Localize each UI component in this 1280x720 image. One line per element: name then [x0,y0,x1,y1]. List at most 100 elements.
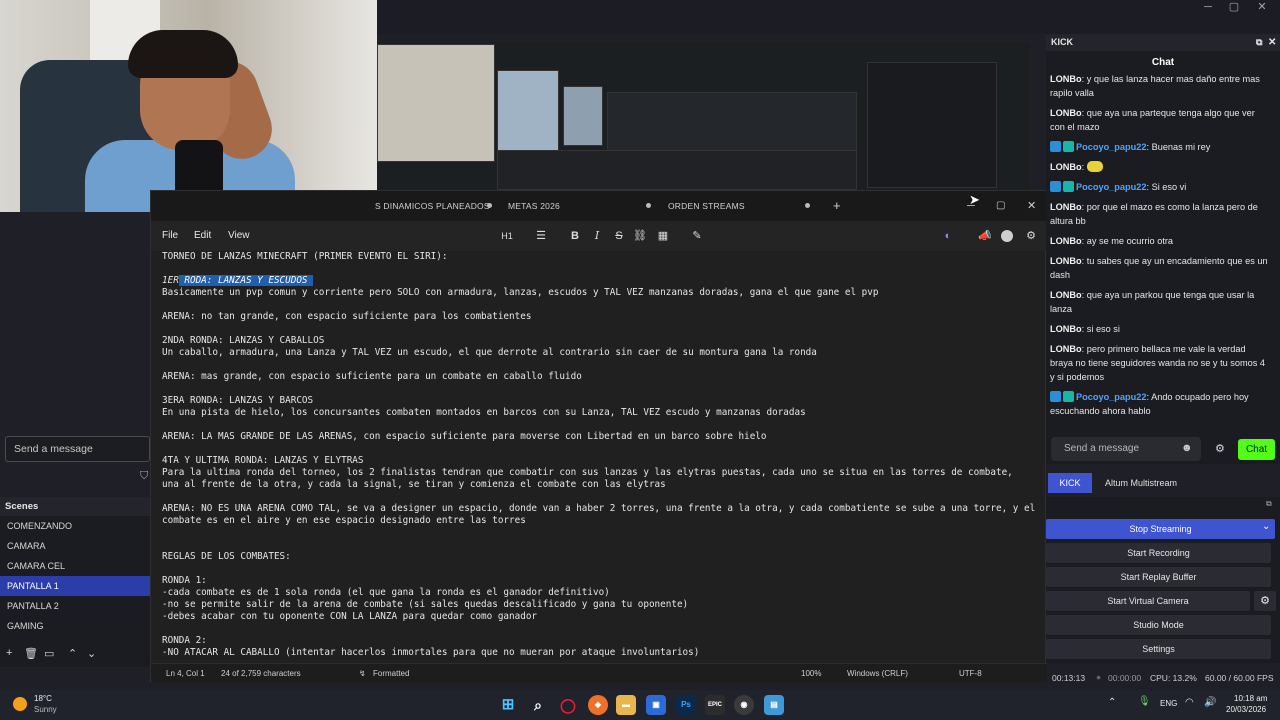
chevron-down-icon[interactable]: ⌄ [1262,521,1270,532]
chat-username[interactable]: Pocoyo_papu22 [1076,142,1146,152]
chat-username[interactable]: LONBo [1050,256,1082,266]
chat-username[interactable]: LONBo [1050,236,1082,246]
search-icon[interactable]: ⌕ [528,695,548,715]
close-icon[interactable]: ✕ [1027,191,1036,221]
tab-orden-streams[interactable]: ORDEN STREAMS [668,191,745,221]
photoshop-icon[interactable]: Ps [676,695,696,715]
menu-file[interactable]: File [162,221,178,251]
clock-date[interactable]: 20/03/2026 [1226,705,1266,714]
close-icon[interactable]: ✕ [1268,34,1276,51]
file-explorer-icon[interactable]: ▬ [616,695,636,715]
menu-view[interactable]: View [228,221,250,251]
chat-message: Pocoyo_papu22: Si eso vi [1050,180,1270,194]
volume-icon[interactable]: 🔊 [1204,697,1216,708]
chat-username[interactable]: Pocoyo_papu22 [1076,182,1146,192]
doc-line: RONDA 1: [162,575,207,586]
chat-settings-icon[interactable]: ⚙ [1215,442,1225,455]
chat-username[interactable]: LONBo [1050,290,1082,300]
bold-icon[interactable]: B [567,229,583,243]
preview-editor [497,150,857,190]
menu-edit[interactable]: Edit [194,221,211,251]
strikethrough-icon[interactable]: S [611,229,627,243]
subscriber-badge-icon [1050,181,1061,192]
dock-tab-altum[interactable]: Altum Multistream [1095,473,1187,493]
table-icon[interactable]: ▦ [655,229,671,243]
chat-username[interactable]: LONBo [1050,202,1082,212]
chat-header: Chat [1151,57,1175,68]
microphone-icon[interactable]: 🎙 [1138,696,1151,707]
format-mode[interactable]: Formatted [373,664,409,683]
chevron-up-icon[interactable]: ⌃ [1108,697,1116,708]
maximize-icon[interactable]: ▢ [996,191,1006,221]
doc-line: En una pista de hielo, los concursantes … [162,407,806,418]
chat-send-button[interactable]: Chat [1238,439,1275,460]
maximize-icon[interactable]: ▢ [1222,0,1246,16]
wifi-icon[interactable]: ◠ [1185,697,1194,708]
doc-line: ARENA: no tan grande, con espacio sufici… [162,311,532,322]
clear-format-icon[interactable]: ✎ [689,229,705,243]
account-avatar-icon[interactable] [1001,230,1013,242]
remove-scene-icon[interactable]: 🗑 [24,647,38,660]
windows-start-icon[interactable]: ⊞ [498,695,518,715]
studio-mode-button[interactable]: Studio Mode [1046,615,1271,635]
settings-gear-icon[interactable]: ⚙ [1023,229,1039,243]
close-icon[interactable]: ✕ [1250,0,1274,16]
link-icon[interactable]: ⛓ [632,229,648,243]
tab-dinamicos[interactable]: S DINAMICOS PLANEADOS [375,191,490,221]
obs-icon[interactable]: ◉ [734,695,754,715]
settings-button[interactable]: Settings [1046,639,1271,659]
list-icon[interactable]: ☰ [533,229,549,243]
epic-games-icon[interactable]: EPIC [705,695,725,715]
heading-dropdown[interactable]: H1 [495,229,519,243]
move-up-icon[interactable]: ⌃ [68,647,77,660]
document-body[interactable]: TORNEO DE LANZAS MINECRAFT (PRIMER EVENT… [151,251,1041,661]
notepad-icon[interactable]: ▤ [764,695,784,715]
undock-icon[interactable]: ⧉ [1256,34,1262,51]
clock-time[interactable]: 10:18 am [1234,694,1267,703]
store-icon[interactable]: ▣ [646,695,666,715]
send-message-input[interactable]: Send a message [5,436,150,462]
dock-tab-kick[interactable]: KICK [1048,473,1092,493]
tab-metas-2026[interactable]: METAS 2026 [508,191,560,221]
chat-username[interactable]: LONBo [1050,324,1082,334]
scene-item[interactable]: PANTALLA 2 [0,596,150,616]
virtual-camera-settings-icon[interactable]: ⚙ [1254,591,1276,611]
doc-line: ARENA: mas grande, con espacio suficient… [162,371,582,382]
start-virtual-camera-button[interactable]: Start Virtual Camera [1046,591,1250,611]
chat-username[interactable]: LONBo [1050,162,1082,172]
scene-item[interactable]: GAMING [0,616,150,636]
zoom-level[interactable]: 100% [801,664,821,683]
scene-item-active[interactable]: PANTALLA 1 [0,576,150,596]
scene-filters-icon[interactable]: ▭ [44,647,54,660]
encoding[interactable]: UTF-8 [959,664,982,683]
copilot-icon[interactable]: ◐ [940,229,956,243]
emoji-icon[interactable]: ☻ [1181,442,1193,454]
doc-line: ARENA: LA MAS GRANDE DE LAS ARENAS, con … [162,431,767,442]
chat-message-text: si eso si [1086,324,1120,334]
language-indicator[interactable]: ENG [1160,699,1177,708]
start-replay-buffer-button[interactable]: Start Replay Buffer [1046,567,1271,587]
chat-username[interactable]: LONBo [1050,108,1082,118]
opera-icon[interactable]: ◯ [558,695,578,715]
stop-streaming-button[interactable]: Stop Streaming [1046,519,1275,539]
add-scene-icon[interactable]: + [6,647,12,659]
chat-username[interactable]: LONBo [1050,74,1082,84]
scene-item[interactable]: CAMARA CEL [0,556,150,576]
shield-icon[interactable]: ⛉ [140,470,148,483]
italic-icon[interactable]: I [589,229,605,243]
doc-line [162,563,1041,575]
scene-item[interactable]: COMENZANDO [0,516,150,536]
new-tab-plus-icon[interactable]: + [833,191,841,221]
minimize-icon[interactable]: ─ [1196,0,1220,16]
line-ending[interactable]: Windows (CRLF) [847,664,908,683]
move-down-icon[interactable]: ⌄ [87,647,96,660]
scene-item[interactable]: CAMARA [0,536,150,556]
chat-username[interactable]: LONBo [1050,344,1082,354]
sun-weather-icon[interactable] [13,697,27,711]
app-icon[interactable]: ◆ [588,695,608,715]
chat-username[interactable]: Pocoyo_papu22 [1076,392,1146,402]
chat-input[interactable]: Send a message [1051,437,1201,461]
undock-icon[interactable]: ⧉ [1266,499,1272,509]
start-recording-button[interactable]: Start Recording [1046,543,1271,563]
megaphone-icon[interactable]: 📣 [977,229,993,243]
